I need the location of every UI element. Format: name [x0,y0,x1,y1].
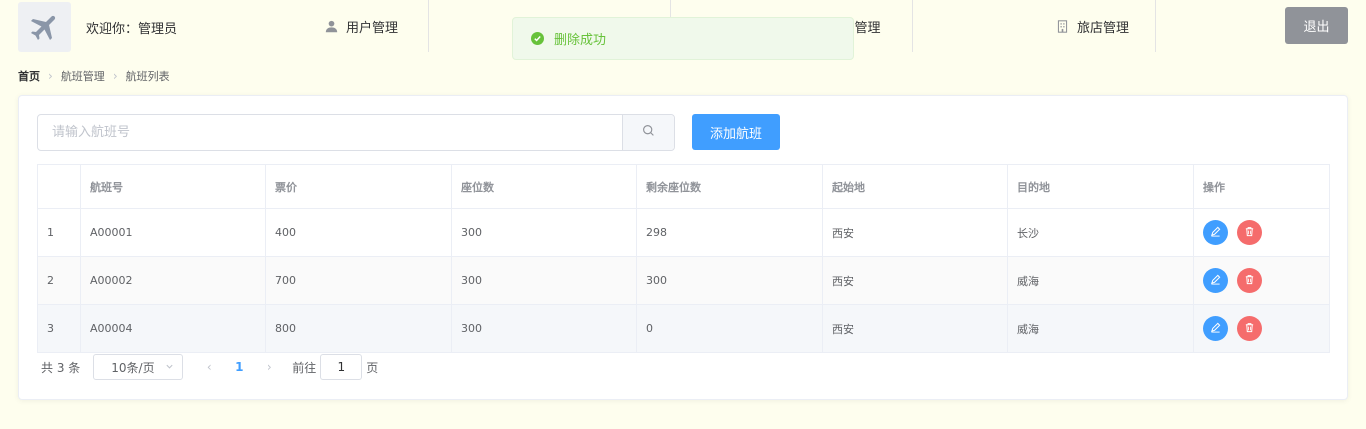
edit-icon [1210,226,1221,240]
column-header-destination: 目的地 [1007,164,1194,209]
nav-user-management[interactable]: 用户管理 [295,0,428,52]
column-header-origin: 起始地 [822,164,1008,209]
nav-label: 用户管理 [345,20,398,36]
cell-origin: 西安 [822,256,1008,305]
trash-icon [1244,274,1255,288]
nav-divider [428,0,429,52]
edit-button[interactable] [1203,316,1228,341]
jump-page-input[interactable] [320,354,363,380]
cell-actions [1193,256,1330,305]
chevron-right-icon: › [112,69,118,83]
cell-destination: 威海 [1007,304,1194,353]
delete-button[interactable] [1237,268,1262,293]
breadcrumb-home[interactable]: 首页 [18,68,40,84]
nav-label: 旅店管理 [1076,20,1129,36]
cell-remaining: 300 [636,256,823,305]
cell-seats: 300 [451,304,637,353]
delete-button[interactable] [1237,316,1262,341]
breadcrumb: 首页 › 航班管理 › 航班列表 [18,68,170,84]
table-row: 2 A00002 700 300 300 西安 威海 [37,256,1330,305]
cell-remaining: 0 [636,304,823,353]
trash-icon [1244,226,1255,240]
nav-divider [912,0,913,52]
page-number-current[interactable]: 1 [224,360,254,374]
search-box [37,114,675,151]
column-header-index [37,164,81,209]
edit-icon [1210,322,1221,336]
check-circle-icon [531,32,544,45]
cell-index: 2 [37,256,81,305]
table-header-row: 航班号 票价 座位数 剩余座位数 起始地 目的地 操作 [37,164,1330,209]
page-size-select[interactable]: 10条/页 [93,354,184,380]
chevron-down-icon [165,360,174,374]
column-header-remaining: 剩余座位数 [636,164,823,209]
welcome-text: 欢迎你：管理员 [86,22,178,37]
add-flight-button[interactable]: 添加航班 [692,114,780,150]
cell-flight-no: A00002 [80,256,266,305]
flight-search-input[interactable] [38,115,622,150]
column-header-price: 票价 [265,164,452,209]
nav-hotel-management[interactable]: 旅店管理 [1030,0,1155,52]
cell-destination: 长沙 [1007,208,1194,257]
cell-flight-no: A00001 [80,208,266,257]
edit-icon [1210,274,1221,288]
nav-divider [1155,0,1156,52]
page-jumper: 前往 页 [292,354,378,380]
pagination-total: 共 3 条 [41,360,81,375]
pagination: 共 3 条 10条/页 ‹ 1 › 前往 页 [41,354,378,380]
trash-icon [1244,322,1255,336]
cell-actions [1193,208,1330,257]
cell-index: 1 [37,208,81,257]
cell-index: 3 [37,304,81,353]
jump-suffix: 页 [366,360,379,375]
toast-message: 删除成功 [554,33,607,48]
breadcrumb-flight-management: 航班管理 [60,70,105,83]
cell-price: 700 [265,256,452,305]
breadcrumb-flight-list: 航班列表 [125,70,170,83]
search-icon [642,124,655,141]
user-icon [325,20,338,33]
cell-origin: 西安 [822,208,1008,257]
cell-seats: 300 [451,208,637,257]
table-row: 1 A00001 400 300 298 西安 长沙 [37,208,1330,257]
edit-button[interactable] [1203,268,1228,293]
jump-prefix: 前往 [292,360,317,375]
cell-origin: 西安 [822,304,1008,353]
flight-table: 航班号 票价 座位数 剩余座位数 起始地 目的地 操作 1 A00001 400… [37,164,1330,353]
logout-button[interactable]: 退出 [1285,7,1348,44]
table-row: 3 A00004 800 300 0 西安 威海 [37,304,1330,353]
success-toast: 删除成功 [512,17,854,60]
page-size-value: 10条/页 [111,360,155,375]
cell-actions [1193,304,1330,353]
cell-flight-no: A00004 [80,304,266,353]
cell-seats: 300 [451,256,637,305]
cell-destination: 威海 [1007,256,1194,305]
content-card: 添加航班 航班号 票价 座位数 剩余座位数 起始地 目的地 操作 1 A0000… [18,95,1348,400]
edit-button[interactable] [1203,220,1228,245]
search-button[interactable] [622,115,674,150]
cell-remaining: 298 [636,208,823,257]
cell-price: 400 [265,208,452,257]
column-header-flight-no: 航班号 [80,164,266,209]
airplane-logo-icon [18,2,71,52]
chevron-right-icon: › [48,69,53,83]
cell-price: 800 [265,304,452,353]
hotel-icon [1056,19,1069,33]
delete-button[interactable] [1237,220,1262,245]
column-header-seats: 座位数 [451,164,637,209]
prev-page-chevron-left-icon[interactable]: ‹ [194,360,224,374]
next-page-chevron-right-icon[interactable]: › [254,360,284,374]
column-header-actions: 操作 [1193,164,1330,209]
